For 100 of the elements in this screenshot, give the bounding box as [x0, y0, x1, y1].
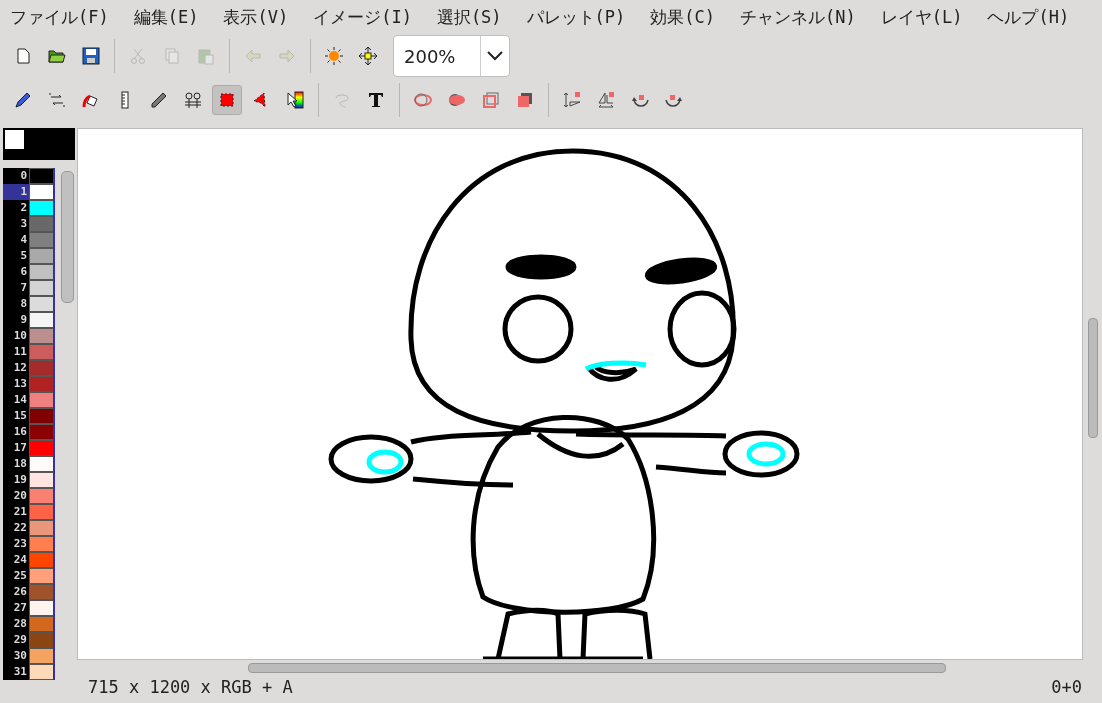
palette-index: 5	[19, 248, 28, 264]
palette-entry[interactable]: 26	[3, 584, 55, 600]
palette-index: 30	[12, 648, 28, 664]
palette-index: 23	[12, 536, 28, 552]
palette-entry[interactable]: 7	[3, 280, 55, 296]
menu-item[interactable]: ファイル(F)	[10, 5, 109, 29]
palette-index: 28	[12, 616, 28, 632]
palette-entry[interactable]: 10	[3, 328, 55, 344]
palette-entry[interactable]: 24	[3, 552, 55, 568]
palette-entry[interactable]: 30	[3, 648, 55, 664]
scrollbar-thumb[interactable]	[61, 171, 74, 303]
palette-entry[interactable]: 16	[3, 424, 55, 440]
palette-entry[interactable]: 6	[3, 264, 55, 280]
palette-index: 13	[12, 376, 28, 392]
palette-entry[interactable]: 23	[3, 536, 55, 552]
palette-index: 18	[12, 456, 28, 472]
palette-entry[interactable]: 28	[3, 616, 55, 632]
menu-item[interactable]: 編集(E)	[133, 5, 199, 29]
palette-entry[interactable]: 4	[3, 232, 55, 248]
menu-item[interactable]: 選択(S)	[436, 5, 502, 29]
image-info: 715 x 1200 x RGB + A	[88, 677, 293, 697]
palette-index: 15	[12, 408, 28, 424]
palette-index: 22	[12, 520, 28, 536]
palette-index: 2	[19, 200, 28, 216]
chevron-down-icon	[487, 51, 503, 61]
palette-index: 14	[12, 392, 28, 408]
zoom-field[interactable]: 200%	[394, 36, 480, 76]
palette-entry[interactable]: 12	[3, 360, 55, 376]
copy-icon	[162, 46, 182, 66]
palette-entry[interactable]: 17	[3, 440, 55, 456]
palette-entry[interactable]: 22	[3, 520, 55, 536]
palette-entry[interactable]: 0	[3, 168, 55, 184]
palette-entry[interactable]: 25	[3, 568, 55, 584]
menu-item[interactable]: パレット(P)	[526, 5, 626, 29]
flip-v-icon	[562, 90, 582, 110]
palette-entry[interactable]: 9	[3, 312, 55, 328]
flip-h-icon	[596, 90, 616, 110]
palette-entry[interactable]: 21	[3, 504, 55, 520]
palette-index: 25	[12, 568, 28, 584]
palette-index: 17	[12, 440, 28, 456]
cut-icon	[128, 46, 148, 66]
palette-entry[interactable]: 14	[3, 392, 55, 408]
rect-filled-icon	[515, 90, 535, 110]
scrollbar-thumb[interactable]	[1088, 318, 1098, 438]
gradient-icon	[149, 90, 169, 110]
image-canvas[interactable]	[77, 128, 1083, 660]
palette-index: 11	[12, 344, 28, 360]
palette-index: 1	[3, 184, 29, 200]
save-icon	[81, 46, 101, 66]
palette-entry[interactable]: 5	[3, 248, 55, 264]
ellipse-outline-icon	[413, 90, 433, 110]
color-pick-icon	[285, 90, 305, 110]
rect-select-tool-button[interactable]	[212, 85, 242, 115]
palette-entry[interactable]: 2	[3, 200, 55, 216]
palette-entry[interactable]: 27	[3, 600, 55, 616]
menu-item[interactable]: 表示(V)	[223, 5, 289, 29]
palette-index: 12	[12, 360, 28, 376]
cursor-position: 0+0	[1051, 677, 1082, 697]
palette-entry[interactable]: 19	[3, 472, 55, 488]
zoom-combo[interactable]: 200%	[393, 35, 510, 77]
transform-icon	[47, 90, 67, 110]
palette-entry[interactable]: 18	[3, 456, 55, 472]
palette-index: 20	[12, 488, 28, 504]
palette-entry[interactable]: 11	[3, 344, 55, 360]
pencil-icon	[13, 90, 33, 110]
palette-index: 0	[19, 168, 28, 184]
palette-index: 26	[12, 584, 28, 600]
palette-index: 6	[19, 264, 28, 280]
palette-index: 24	[12, 552, 28, 568]
palette-index: 4	[19, 232, 28, 248]
palette-index: 16	[12, 424, 28, 440]
palette-entry[interactable]: 31	[3, 664, 55, 680]
palette-entry[interactable]: 8	[3, 296, 55, 312]
palette-index: 3	[19, 216, 28, 232]
rect-outline-icon	[481, 90, 501, 110]
scrollbar-thumb[interactable]	[248, 663, 946, 673]
palette-index: 19	[12, 472, 28, 488]
palette-entry[interactable]: 29	[3, 632, 55, 648]
brightness-icon	[324, 46, 344, 66]
palette-entry[interactable]: 15	[3, 408, 55, 424]
palette-entry[interactable]: 13	[3, 376, 55, 392]
palette-index: 9	[19, 312, 28, 328]
menu-item[interactable]: ヘルプ(H)	[987, 5, 1070, 29]
palette-index: 7	[19, 280, 28, 296]
palette-index: 10	[12, 328, 28, 344]
palette-index: 29	[12, 632, 28, 648]
palette-entry[interactable]: 20	[3, 488, 55, 504]
palette-index: 21	[12, 504, 28, 520]
text-icon	[366, 90, 386, 110]
menu-item[interactable]: イメージ(I)	[313, 5, 412, 29]
palette-index: 27	[12, 600, 28, 616]
menu-item[interactable]: レイヤ(L)	[880, 5, 963, 29]
menu-item[interactable]: 効果(C)	[650, 5, 716, 29]
move-icon	[358, 46, 378, 66]
palette-index: 31	[12, 664, 28, 680]
palette-entry[interactable]: 3	[3, 216, 55, 232]
menu-item[interactable]: チャンネル(N)	[740, 5, 856, 29]
palette-entry[interactable]: 1	[3, 184, 55, 200]
palette-index: 8	[19, 296, 28, 312]
paste-icon	[196, 46, 216, 66]
